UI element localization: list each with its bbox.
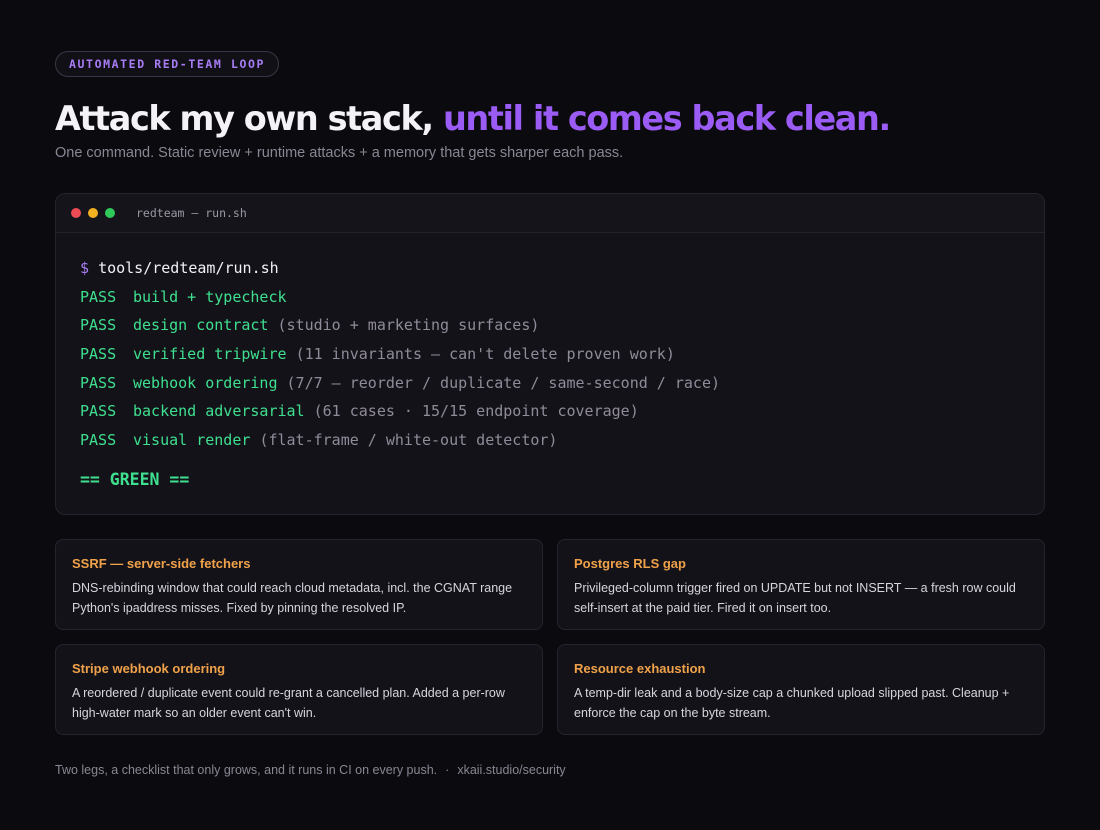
check-detail: (7/7 — reorder / duplicate / same-second…	[286, 373, 721, 392]
finding-title: SSRF — server-side fetchers	[72, 556, 251, 571]
check-name: visual render	[133, 431, 251, 450]
finding-card: SSRF — server-side fetchers DNS-rebindin…	[55, 539, 543, 630]
finding-body: A temp-dir leak and a body-size cap a ch…	[574, 686, 1010, 720]
check-name: verified tripwire	[133, 345, 287, 364]
terminal-output: $ tools/redteam/run.sh PASS build + typec…	[80, 254, 720, 494]
headline-accent: until it comes back clean.	[442, 99, 891, 138]
finding-body: Privileged-column trigger fired on UPDAT…	[574, 581, 1016, 615]
check-name: backend adversarial	[133, 402, 305, 421]
maximize-dot-icon	[105, 208, 115, 218]
check-detail: (studio + marketing surfaces)	[277, 316, 540, 335]
minimize-dot-icon	[88, 208, 98, 218]
headline-main: Attack my own stack,	[55, 99, 434, 138]
terminal-window: redteam — run.sh $ tools/redteam/run.sh …	[55, 193, 1045, 515]
check-status: PASS	[80, 345, 117, 364]
terminal-title: redteam — run.sh	[136, 206, 247, 220]
terminal-titlebar: redteam — run.sh	[56, 194, 1044, 233]
check-detail: (11 invariants — can't delete proven wor…	[295, 345, 675, 364]
check-name: webhook ordering	[133, 373, 278, 392]
check-status: PASS	[80, 402, 117, 421]
footer-text: Two legs, a checklist that only grows, a…	[55, 763, 438, 777]
command-text: tools/redteam/run.sh	[98, 259, 279, 277]
close-dot-icon	[71, 208, 81, 218]
command-line: $ tools/redteam/run.sh	[80, 254, 720, 283]
check-line: PASS design contract (studio + marketing …	[80, 311, 720, 340]
result-line: == GREEN ==	[80, 469, 190, 489]
finding-title: Resource exhaustion	[574, 661, 706, 676]
check-status: PASS	[80, 373, 117, 392]
check-name: build + typecheck	[133, 287, 287, 306]
section-badge: AUTOMATED RED-TEAM LOOP	[55, 51, 280, 77]
finding-card: Resource exhaustion A temp-dir leak and …	[557, 644, 1045, 735]
check-status: PASS	[80, 316, 117, 335]
check-line: PASS backend adversarial (61 cases · 15/1…	[80, 397, 720, 426]
check-status: PASS	[80, 431, 117, 450]
check-detail: (flat-frame / white-out detector)	[259, 431, 558, 450]
page-subtitle: One command. Static review + runtime att…	[55, 145, 624, 161]
page-title: Attack my own stack, until it comes back…	[55, 96, 891, 142]
check-line: PASS visual render (flat-frame / white-ou…	[80, 426, 720, 455]
check-status: PASS	[80, 287, 117, 306]
finding-title: Stripe webhook ordering	[72, 661, 226, 676]
prompt-symbol: $	[80, 259, 90, 277]
footer-separator: ·	[445, 763, 450, 777]
finding-title: Postgres RLS gap	[574, 556, 686, 571]
check-line: PASS verified tripwire (11 invariants — c…	[80, 340, 720, 369]
check-detail: (61 cases · 15/15 endpoint coverage)	[313, 402, 639, 421]
finding-body: A reordered / duplicate event could re-g…	[72, 686, 505, 720]
finding-body: DNS-rebinding window that could reach cl…	[72, 581, 513, 615]
footer: Two legs, a checklist that only grows, a…	[55, 763, 566, 777]
check-line: PASS webhook ordering (7/7 — reorder / du…	[80, 369, 720, 398]
footer-link[interactable]: xkaii.studio/security	[457, 763, 565, 777]
check-line: PASS build + typecheck	[80, 283, 720, 312]
check-name: design contract	[133, 316, 269, 335]
finding-card: Postgres RLS gap Privileged-column trigg…	[557, 539, 1045, 630]
finding-card: Stripe webhook ordering A reordered / du…	[55, 644, 543, 735]
